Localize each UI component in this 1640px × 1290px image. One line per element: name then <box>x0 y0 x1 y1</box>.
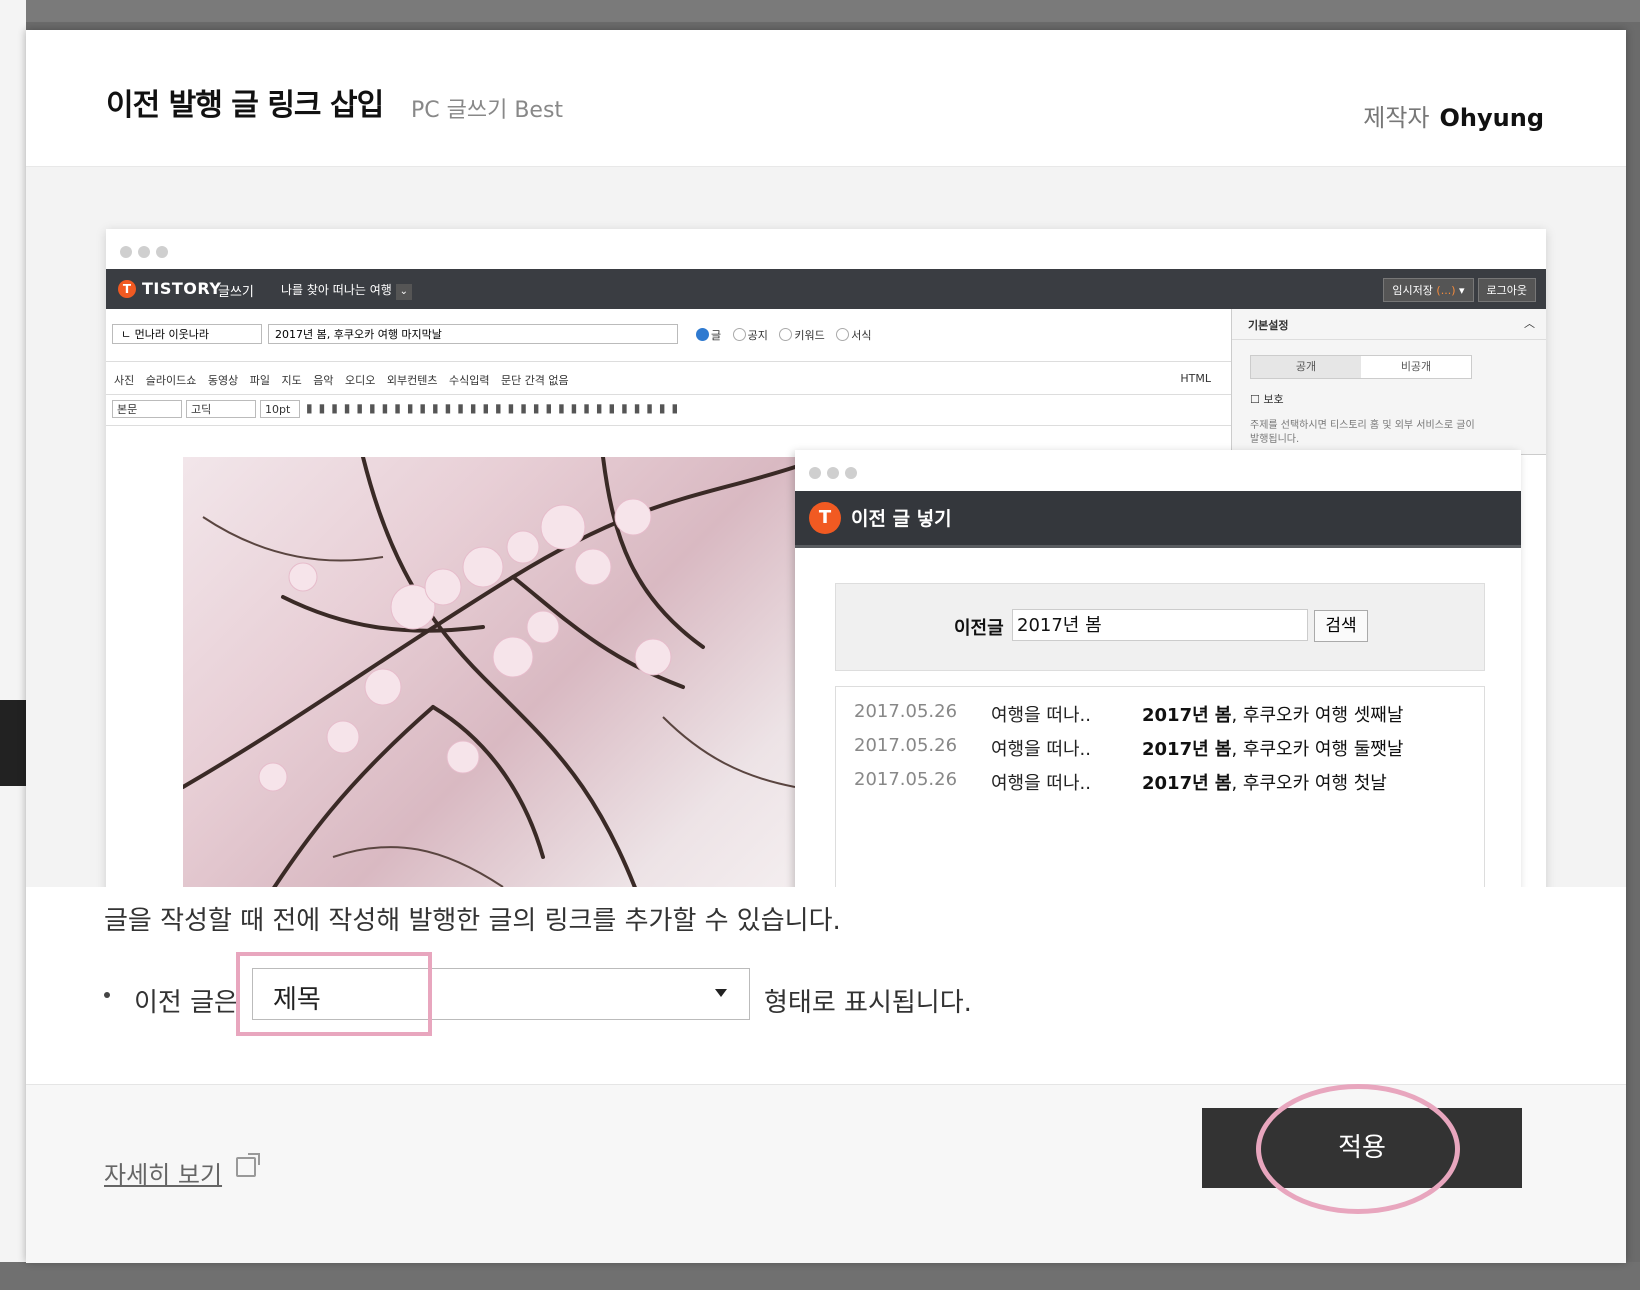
option-suffix: 형태로 표시됩니다. <box>764 988 972 1018</box>
highlight-box <box>236 952 432 1036</box>
tool-video: 동영상 <box>207 374 239 387</box>
side-header: 기본설정 <box>1248 319 1289 332</box>
tool-formula: 수식입력 <box>448 374 490 387</box>
visibility-toggle: 공개 비공개 <box>1250 355 1472 379</box>
plugin-modal: 이전 발행 글 링크 삽입 PC 글쓰기 Best 제작자 Ohyung T TI… <box>26 30 1626 1263</box>
tool-file: 파일 <box>249 374 270 387</box>
editor-title-row: ㄴ 먼나라 이웃나라 2017년 봄, 후쿠오카 여행 마지막날 글 공지 키워… <box>106 309 1231 362</box>
prev-post-popup: T 이전 글 넣기 이전글 2017년 봄 검색 2017.05.26 여행을 … <box>795 450 1521 887</box>
protect-checkbox: ☐ 보호 <box>1250 393 1284 406</box>
tistory-logo-icon: T <box>118 280 136 298</box>
format-icons: ▮▮▮▮▮▮▮▮▮▮▮▮▮▮▮▮▮▮▮▮▮▮▮▮▮▮▮▮▮▮ <box>306 401 685 415</box>
private-option: 비공개 <box>1361 356 1471 378</box>
chevron-up-icon: ︿ <box>1524 317 1535 330</box>
author-label: 제작자 <box>1363 104 1430 132</box>
blog-selector: 나를 찾아 떠나는 여행 ⌄ <box>281 281 412 300</box>
search-label: 이전글 <box>954 618 1004 639</box>
tool-slideshow: 슬라이드쇼 <box>145 374 197 387</box>
blossom-branches-image <box>183 457 795 887</box>
popup-title: 이전 글 넣기 <box>851 508 952 530</box>
window-dots <box>106 229 1546 269</box>
chevron-down-icon: ⌄ <box>395 284 412 300</box>
author-name: Ohyung <box>1439 104 1544 132</box>
logo-sub: 글쓰기 <box>218 285 254 300</box>
backdrop-left <box>0 0 26 1290</box>
tool-no-spacing: 문단 간격 없음 <box>500 374 569 387</box>
external-link-icon <box>236 1153 260 1177</box>
tistory-logo: TISTORY <box>142 279 222 298</box>
result-row: 2017.05.26 여행을 떠나.. 2017년 봄, 후쿠오카 여행 셋째날 <box>854 701 1404 726</box>
backdrop-strip <box>0 700 26 786</box>
display-option-row: 이전 글은 제목 형태로 표시됩니다. <box>104 952 1104 1036</box>
topbar-actions: 임시저장 (...) ▾ 로그아웃 <box>1379 278 1536 302</box>
caret-down-icon <box>715 989 727 997</box>
editor-topbar: T TISTORY 글쓰기 나를 찾아 떠나는 여행 ⌄ 임시저장 (...) ▾… <box>106 269 1546 309</box>
preview-editor-window: T TISTORY 글쓰기 나를 찾아 떠나는 여행 ⌄ 임시저장 (...) ▾… <box>106 229 1546 887</box>
result-row: 2017.05.26 여행을 떠나.. 2017년 봄, 후쿠오카 여행 첫날 <box>854 769 1387 794</box>
category-select: ㄴ 먼나라 이웃나라 <box>112 324 262 344</box>
settings-sidebar: 기본설정 ︿ 공개 비공개 ☐ 보호 주제를 선택하시면 티스토리 홈 및 외부 … <box>1231 309 1546 455</box>
post-title-input: 2017년 봄, 후쿠오카 여행 마지막날 <box>268 324 678 344</box>
tool-music: 음악 <box>313 374 334 387</box>
insert-toolbar: 사진 슬라이드쇼 동영상 파일 지도 음악 오디오 외부컨텐츠 수식입력 문단 … <box>106 362 1231 394</box>
tool-audio: 오디오 <box>344 374 376 387</box>
tool-external: 외부컨텐츠 <box>386 374 438 387</box>
size-select: 10pt <box>260 400 300 418</box>
cherry-blossom-photo <box>183 457 795 887</box>
side-note: 주제를 선택하시면 티스토리 홈 및 외부 서비스로 글이 발행됩니다. <box>1250 420 1475 445</box>
popup-window-dots <box>795 450 1521 490</box>
tool-photo: 사진 <box>114 374 135 387</box>
style-select: 본문 <box>112 400 182 418</box>
popup-titlebar: T 이전 글 넣기 <box>795 491 1521 548</box>
tool-map: 지도 <box>281 374 302 387</box>
search-input: 2017년 봄 <box>1012 609 1308 641</box>
preview-area: T TISTORY 글쓰기 나를 찾아 떠나는 여행 ⌄ 임시저장 (...) ▾… <box>26 167 1626 887</box>
backdrop-bottom <box>0 1262 1640 1290</box>
bullet <box>104 992 110 998</box>
public-option: 공개 <box>1251 356 1361 378</box>
tistory-logo-icon: T <box>809 502 841 534</box>
highlight-circle <box>1256 1084 1460 1214</box>
search-results: 2017.05.26 여행을 떠나.. 2017년 봄, 후쿠오카 여행 셋째날… <box>835 686 1485 887</box>
option-prefix: 이전 글은 <box>134 988 238 1018</box>
font-select: 고딕 <box>186 400 256 418</box>
prev-post-search: 이전글 2017년 봄 검색 <box>835 583 1485 671</box>
modal-subtitle: PC 글쓰기 Best <box>411 98 564 123</box>
modal-header: 이전 발행 글 링크 삽입 PC 글쓰기 Best 제작자 Ohyung <box>26 30 1626 167</box>
plugin-description: 글을 작성할 때 전에 작성해 발행한 글의 링크를 추가할 수 있습니다. <box>104 906 841 936</box>
format-toolbar: 본문 고딕 10pt ▮▮▮▮▮▮▮▮▮▮▮▮▮▮▮▮▮▮▮▮▮▮▮▮▮▮▮▮▮… <box>106 394 1231 426</box>
backdrop-top <box>0 0 1640 22</box>
tool-html: HTML <box>1180 372 1211 385</box>
post-type-radios: 글 공지 키워드 서식 <box>688 327 872 343</box>
search-button: 검색 <box>1314 610 1368 642</box>
logout-button: 로그아웃 <box>1477 278 1536 302</box>
more-info-link[interactable]: 자세히 보기 <box>104 1155 222 1190</box>
temp-save-button: 임시저장 (...) ▾ <box>1383 278 1474 302</box>
modal-title: 이전 발행 글 링크 삽입 <box>106 88 384 123</box>
result-row: 2017.05.26 여행을 떠나.. 2017년 봄, 후쿠오카 여행 둘쨋날 <box>854 735 1404 760</box>
author: 제작자 Ohyung <box>1363 98 1544 133</box>
